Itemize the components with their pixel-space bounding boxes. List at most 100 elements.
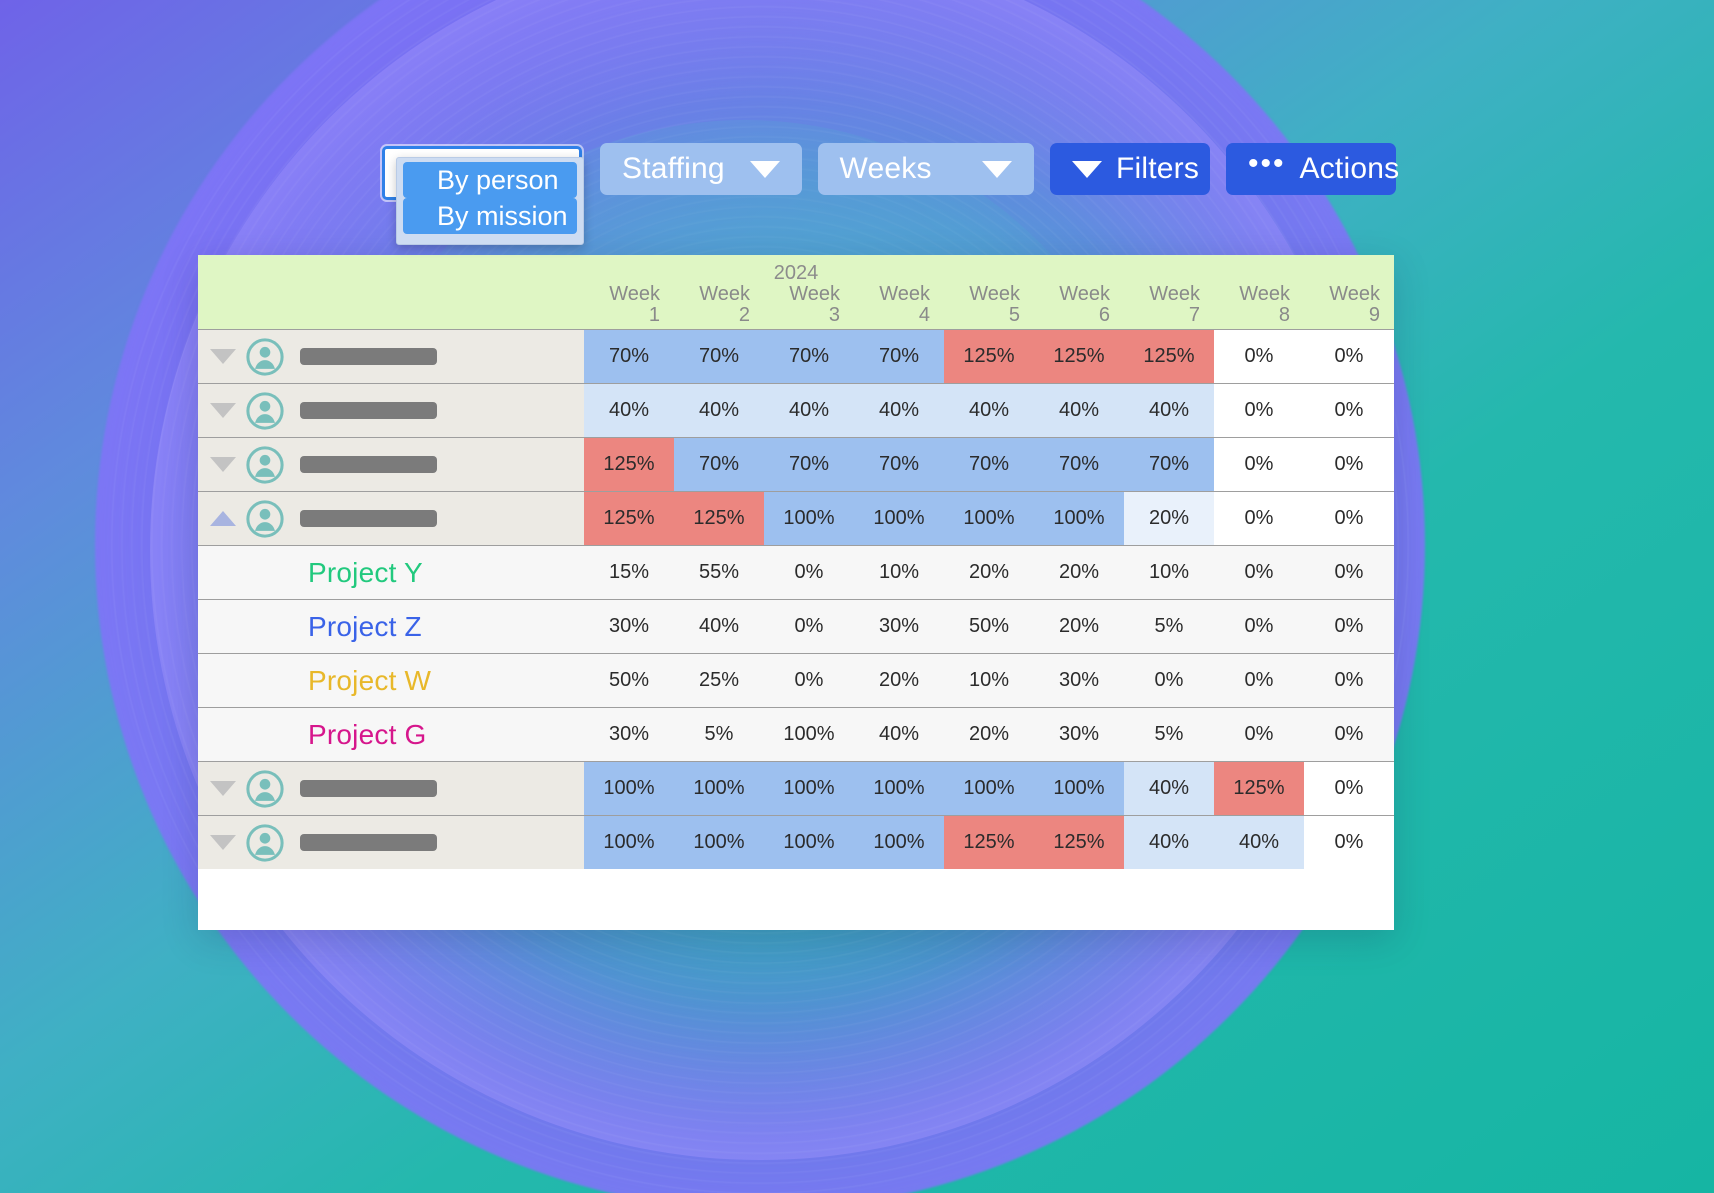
cell-week-1[interactable]: 100%: [584, 762, 674, 815]
week-header-7[interactable]: Week 7: [1124, 255, 1214, 329]
cell-week-2[interactable]: 25%: [674, 654, 764, 707]
cell-week-8[interactable]: 0%: [1214, 600, 1304, 653]
person-row-4[interactable]: 125% 125% 100% 100% 100% 100% 20% 0% 0%: [198, 491, 1394, 545]
cell-week-4[interactable]: 70%: [854, 438, 944, 491]
cell-week-9[interactable]: 0%: [1304, 546, 1394, 599]
week-header-8[interactable]: Week 8: [1214, 255, 1304, 329]
cell-week-8[interactable]: 125%: [1214, 762, 1304, 815]
cell-week-3[interactable]: 100%: [764, 492, 854, 545]
cell-week-3[interactable]: 0%: [764, 654, 854, 707]
staffing-dropdown-button[interactable]: Staffing: [600, 143, 802, 195]
cell-week-2[interactable]: 55%: [674, 546, 764, 599]
cell-week-6[interactable]: 100%: [1034, 492, 1124, 545]
cell-week-9[interactable]: 0%: [1304, 600, 1394, 653]
cell-week-9[interactable]: 0%: [1304, 492, 1394, 545]
cell-week-6[interactable]: 30%: [1034, 654, 1124, 707]
cell-week-5[interactable]: 10%: [944, 654, 1034, 707]
cell-week-3[interactable]: 100%: [764, 708, 854, 761]
actions-button[interactable]: ••• Actions: [1226, 143, 1399, 195]
cell-week-5[interactable]: 100%: [944, 762, 1034, 815]
cell-week-4[interactable]: 100%: [854, 492, 944, 545]
project-row-g[interactable]: Project G 30% 5% 100% 40% 20% 30% 5% 0% 0%: [198, 707, 1394, 761]
cell-week-8[interactable]: 0%: [1214, 708, 1304, 761]
week-header-2[interactable]: Week 2: [674, 255, 764, 329]
cell-week-7[interactable]: 20%: [1124, 492, 1214, 545]
collapse-triangle-down-icon[interactable]: [210, 457, 236, 472]
cell-week-7[interactable]: 0%: [1124, 654, 1214, 707]
cell-week-1[interactable]: 15%: [584, 546, 674, 599]
cell-week-4[interactable]: 40%: [854, 384, 944, 437]
cell-week-5[interactable]: 125%: [944, 330, 1034, 383]
cell-week-8[interactable]: 0%: [1214, 546, 1304, 599]
cell-week-8[interactable]: 0%: [1214, 492, 1304, 545]
cell-week-8[interactable]: 40%: [1214, 816, 1304, 869]
cell-week-2[interactable]: 100%: [674, 762, 764, 815]
week-header-9[interactable]: Week 9: [1304, 255, 1394, 329]
cell-week-2[interactable]: 40%: [674, 384, 764, 437]
cell-week-9[interactable]: 0%: [1304, 384, 1394, 437]
cell-week-7[interactable]: 40%: [1124, 384, 1214, 437]
cell-week-3[interactable]: 40%: [764, 384, 854, 437]
cell-week-3[interactable]: 70%: [764, 438, 854, 491]
cell-week-9[interactable]: 0%: [1304, 654, 1394, 707]
cell-week-9[interactable]: 0%: [1304, 708, 1394, 761]
filters-button[interactable]: Filters: [1050, 143, 1210, 195]
cell-week-2[interactable]: 125%: [674, 492, 764, 545]
person-row-1[interactable]: 70% 70% 70% 70% 125% 125% 125% 0% 0%: [198, 329, 1394, 383]
project-row-z[interactable]: Project Z 30% 40% 0% 30% 50% 20% 5% 0% 0%: [198, 599, 1394, 653]
cell-week-7[interactable]: 125%: [1124, 330, 1214, 383]
dropdown-option-by-mission[interactable]: By mission: [403, 198, 577, 234]
cell-week-2[interactable]: 100%: [674, 816, 764, 869]
cell-week-1[interactable]: 30%: [584, 600, 674, 653]
cell-week-5[interactable]: 70%: [944, 438, 1034, 491]
cell-week-4[interactable]: 10%: [854, 546, 944, 599]
cell-week-7[interactable]: 5%: [1124, 600, 1214, 653]
cell-week-5[interactable]: 125%: [944, 816, 1034, 869]
cell-week-6[interactable]: 20%: [1034, 600, 1124, 653]
cell-week-1[interactable]: 70%: [584, 330, 674, 383]
cell-week-5[interactable]: 100%: [944, 492, 1034, 545]
cell-week-6[interactable]: 125%: [1034, 816, 1124, 869]
cell-week-7[interactable]: 10%: [1124, 546, 1214, 599]
cell-week-3[interactable]: 100%: [764, 762, 854, 815]
cell-week-4[interactable]: 30%: [854, 600, 944, 653]
cell-week-8[interactable]: 0%: [1214, 384, 1304, 437]
cell-week-4[interactable]: 20%: [854, 654, 944, 707]
cell-week-2[interactable]: 40%: [674, 600, 764, 653]
cell-week-5[interactable]: 40%: [944, 384, 1034, 437]
cell-week-4[interactable]: 100%: [854, 816, 944, 869]
cell-week-2[interactable]: 70%: [674, 438, 764, 491]
cell-week-4[interactable]: 100%: [854, 762, 944, 815]
cell-week-6[interactable]: 30%: [1034, 708, 1124, 761]
week-header-3[interactable]: Week 3: [764, 255, 854, 329]
cell-week-1[interactable]: 50%: [584, 654, 674, 707]
view-mode-dropdown-menu[interactable]: ✓ By person By mission: [396, 157, 584, 245]
cell-week-9[interactable]: 0%: [1304, 816, 1394, 869]
week-header-1[interactable]: Week 1: [584, 255, 674, 329]
cell-week-7[interactable]: 70%: [1124, 438, 1214, 491]
cell-week-9[interactable]: 0%: [1304, 762, 1394, 815]
dropdown-option-by-person[interactable]: ✓ By person: [403, 162, 577, 198]
cell-week-7[interactable]: 5%: [1124, 708, 1214, 761]
cell-week-4[interactable]: 70%: [854, 330, 944, 383]
cell-week-6[interactable]: 40%: [1034, 384, 1124, 437]
cell-week-1[interactable]: 30%: [584, 708, 674, 761]
cell-week-8[interactable]: 0%: [1214, 438, 1304, 491]
cell-week-9[interactable]: 0%: [1304, 330, 1394, 383]
cell-week-6[interactable]: 100%: [1034, 762, 1124, 815]
cell-week-9[interactable]: 0%: [1304, 438, 1394, 491]
person-row-6[interactable]: 100% 100% 100% 100% 125% 125% 40% 40% 0%: [198, 815, 1394, 869]
person-row-2[interactable]: 40% 40% 40% 40% 40% 40% 40% 0% 0%: [198, 383, 1394, 437]
person-row-5[interactable]: 100% 100% 100% 100% 100% 100% 40% 125% 0%: [198, 761, 1394, 815]
collapse-triangle-down-icon[interactable]: [210, 781, 236, 796]
cell-week-3[interactable]: 0%: [764, 600, 854, 653]
cell-week-7[interactable]: 40%: [1124, 762, 1214, 815]
cell-week-5[interactable]: 20%: [944, 546, 1034, 599]
person-row-3[interactable]: 125% 70% 70% 70% 70% 70% 70% 0% 0%: [198, 437, 1394, 491]
weeks-dropdown-button[interactable]: Weeks: [817, 143, 1034, 195]
cell-week-6[interactable]: 20%: [1034, 546, 1124, 599]
week-header-6[interactable]: Week 6: [1034, 255, 1124, 329]
week-header-5[interactable]: Week 5: [944, 255, 1034, 329]
cell-week-3[interactable]: 100%: [764, 816, 854, 869]
cell-week-2[interactable]: 5%: [674, 708, 764, 761]
